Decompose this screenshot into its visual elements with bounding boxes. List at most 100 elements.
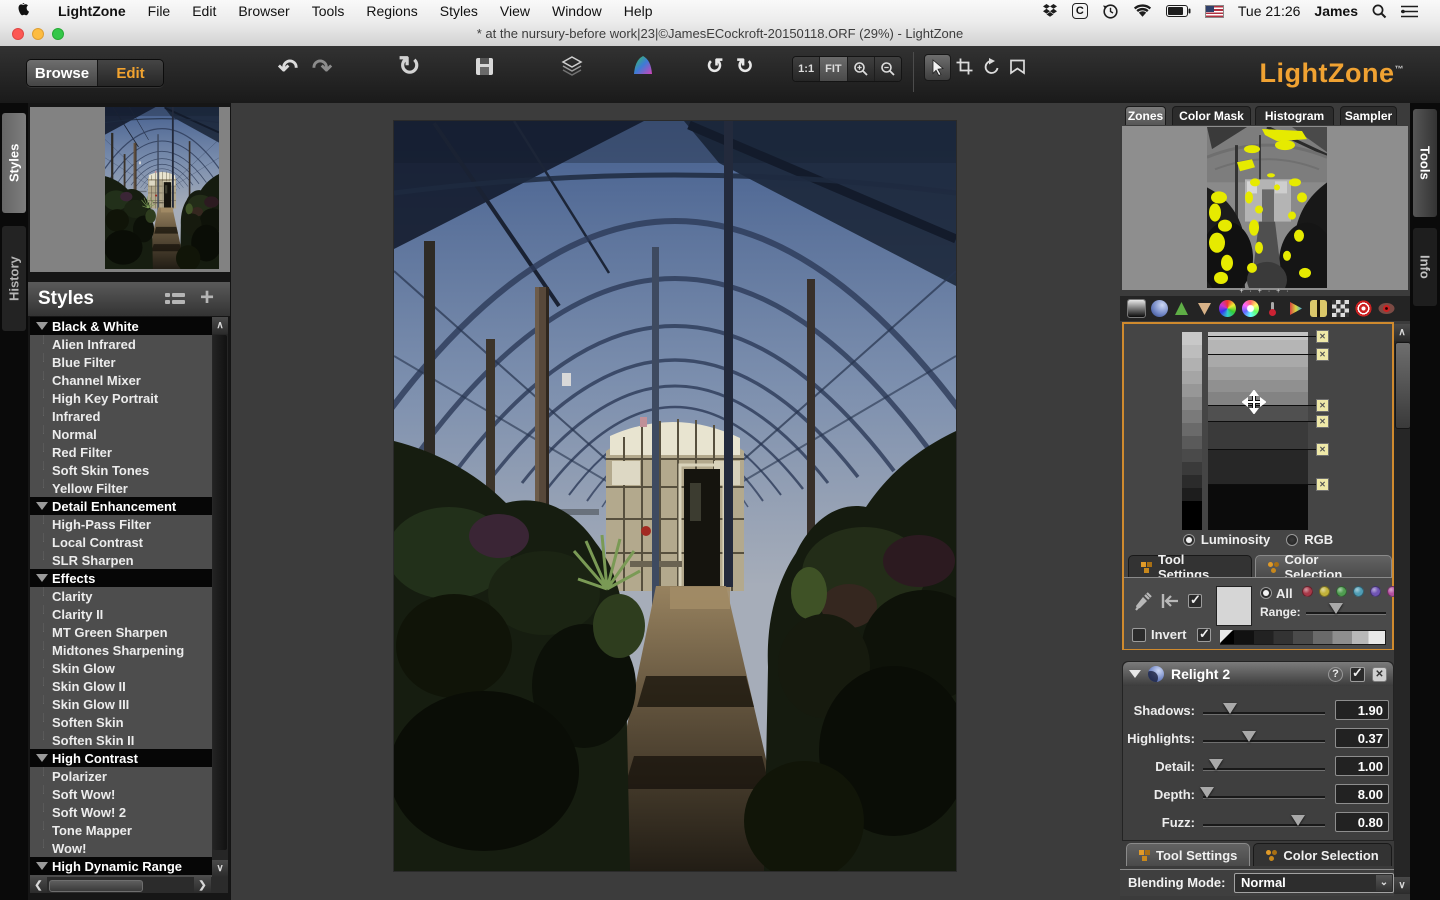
relight-enabled-checkbox[interactable] [1350, 667, 1365, 682]
notification-center-icon[interactable] [1401, 5, 1418, 18]
subtab-tool-settings[interactable]: Tool Settings [1126, 843, 1250, 866]
red-eyes-tool-icon[interactable] [1378, 300, 1395, 317]
zone-step[interactable] [1182, 436, 1202, 449]
dropdown-chevron-icon[interactable]: ⌄ [1376, 875, 1392, 891]
list-view-icon[interactable] [165, 291, 185, 307]
style-item-channel-mixer[interactable]: Channel Mixer [30, 371, 212, 389]
style-item-yellow-filter[interactable]: Yellow Filter [30, 479, 212, 497]
gaussian-blur-tool-icon[interactable] [1196, 300, 1213, 317]
menu-user[interactable]: James [1314, 3, 1358, 19]
revert-icon[interactable]: ↻ [398, 51, 421, 82]
style-item-tone-mapper[interactable]: Tone Mapper [30, 821, 212, 839]
style-item-local-contrast[interactable]: Local Contrast [30, 533, 212, 551]
menu-help[interactable]: Help [624, 3, 653, 19]
blending-mode-select[interactable]: Normal ⌄ [1234, 873, 1394, 893]
style-item-soft-skin-tones[interactable]: Soft Skin Tones [30, 461, 212, 479]
zone-step[interactable] [1182, 501, 1202, 530]
subtab-color-selection[interactable]: Color Selection [1253, 843, 1391, 866]
done-icon[interactable] [475, 57, 494, 76]
param-slider-thumb[interactable] [1223, 703, 1237, 714]
selected-color-swatch[interactable] [1216, 586, 1252, 626]
selection-enabled-checkbox[interactable] [1188, 594, 1202, 608]
style-item-mt-green-sharpen[interactable]: MT Green Sharpen [30, 623, 212, 641]
tab-histogram[interactable]: Histogram [1255, 106, 1334, 125]
zone-handle[interactable]: ✕ [1316, 478, 1329, 491]
orig-icon[interactable] [561, 56, 583, 76]
spotlight-icon[interactable] [1372, 4, 1387, 19]
style-item-soft-wow[interactable]: Soft Wow! [30, 785, 212, 803]
dropbox-icon[interactable] [1042, 4, 1058, 19]
zone-band[interactable] [1208, 485, 1308, 530]
luminosity-radio[interactable] [1183, 534, 1195, 546]
style-item-blue-filter[interactable]: Blue Filter [30, 353, 212, 371]
all-colors-radio[interactable] [1260, 587, 1272, 599]
sidebar-tab-history[interactable]: History [2, 226, 26, 331]
rotate-mode-button[interactable] [979, 54, 1004, 79]
style-group-high-contrast[interactable]: High Contrast [30, 749, 212, 767]
zone-handle[interactable]: ✕ [1316, 330, 1329, 343]
style-item-clarity[interactable]: Clarity [30, 587, 212, 605]
rotate-right-icon[interactable]: ↻ [736, 54, 754, 79]
zone-band[interactable] [1208, 354, 1308, 367]
style-item-normal[interactable]: Normal [30, 425, 212, 443]
color-dot-0[interactable] [1302, 586, 1313, 597]
menu-clock[interactable]: Tue 21:26 [1238, 3, 1301, 19]
menu-tools[interactable]: Tools [312, 3, 345, 19]
arrow-mode-button[interactable] [924, 54, 951, 81]
param-slider[interactable] [1203, 796, 1325, 798]
input-flag-icon[interactable] [1205, 5, 1224, 18]
horizontal-scroll-thumb[interactable] [49, 880, 143, 892]
style-item-soften-skin[interactable]: Soften Skin [30, 713, 212, 731]
style-group-detail-enhancement[interactable]: Detail Enhancement [30, 497, 212, 515]
color-dot-1[interactable] [1319, 586, 1330, 597]
spot-tool-icon[interactable] [1355, 300, 1372, 317]
style-item-slr-sharpen[interactable]: SLR Sharpen [30, 551, 212, 569]
add-style-icon[interactable]: + [200, 284, 214, 312]
edit-tab[interactable]: Edit [97, 60, 163, 86]
invert-checkbox[interactable] [1132, 628, 1146, 642]
editor-canvas[interactable] [230, 103, 1122, 900]
proof-icon[interactable] [631, 54, 655, 76]
panel-tab-info[interactable]: Info [1413, 228, 1437, 306]
relight-close-icon[interactable]: ✕ [1372, 667, 1387, 682]
tab-zones[interactable]: Zones [1125, 106, 1166, 125]
tab-color-mask[interactable]: Color Mask [1172, 106, 1251, 125]
menu-regions[interactable]: Regions [366, 3, 417, 19]
zone-scale-strip[interactable] [1182, 332, 1202, 530]
zone-handle[interactable]: ✕ [1316, 348, 1329, 361]
tools-panel-scrollbar[interactable]: ∧ ∨ [1394, 324, 1410, 894]
sidebar-tab-styles[interactable]: Styles [2, 113, 26, 213]
param-slider[interactable] [1203, 712, 1325, 714]
style-item-high-pass-filter[interactable]: High-Pass Filter [30, 515, 212, 533]
color-balance-tool-icon[interactable] [1242, 300, 1259, 317]
style-group-effects[interactable]: Effects [30, 569, 212, 587]
menu-window[interactable]: Window [552, 3, 602, 19]
subtab-color-selection[interactable]: Color Selection [1255, 555, 1392, 578]
zone-step[interactable] [1182, 410, 1202, 423]
zone-handle[interactable]: ✕ [1316, 399, 1329, 412]
style-item-red-filter[interactable]: Red Filter [30, 443, 212, 461]
style-item-soften-skin-ii[interactable]: Soften Skin II [30, 731, 212, 749]
panel-tab-tools[interactable]: Tools [1413, 109, 1437, 217]
zone-band[interactable] [1208, 340, 1308, 354]
zone-step[interactable] [1182, 358, 1202, 371]
preview-resize-grip[interactable]: + · + · + · [1120, 288, 1410, 295]
scroll-right-icon[interactable]: ❯ [194, 877, 211, 893]
zone-step[interactable] [1182, 345, 1202, 358]
style-item-soft-wow-2[interactable]: Soft Wow! 2 [30, 803, 212, 821]
clone-tool-icon[interactable] [1332, 300, 1349, 317]
scroll-down-icon[interactable]: ∨ [1394, 877, 1410, 894]
zone-band[interactable] [1208, 449, 1308, 485]
zones-mask-preview[interactable] [1207, 127, 1327, 288]
zone-step[interactable] [1182, 371, 1202, 384]
eyedropper-icon[interactable] [1134, 590, 1154, 612]
style-item-wow[interactable]: Wow! [30, 839, 212, 857]
rgb-radio[interactable] [1286, 534, 1298, 546]
zone-handle[interactable]: ✕ [1316, 415, 1329, 428]
color-dot-4[interactable] [1370, 586, 1381, 597]
style-item-skin-glow-iii[interactable]: Skin Glow III [30, 695, 212, 713]
menu-browser[interactable]: Browser [238, 3, 289, 19]
zoom-out-button[interactable] [875, 57, 901, 81]
style-item-high-key-portrait[interactable]: High Key Portrait [30, 389, 212, 407]
zoom-fit-button[interactable]: FIT [820, 57, 847, 81]
